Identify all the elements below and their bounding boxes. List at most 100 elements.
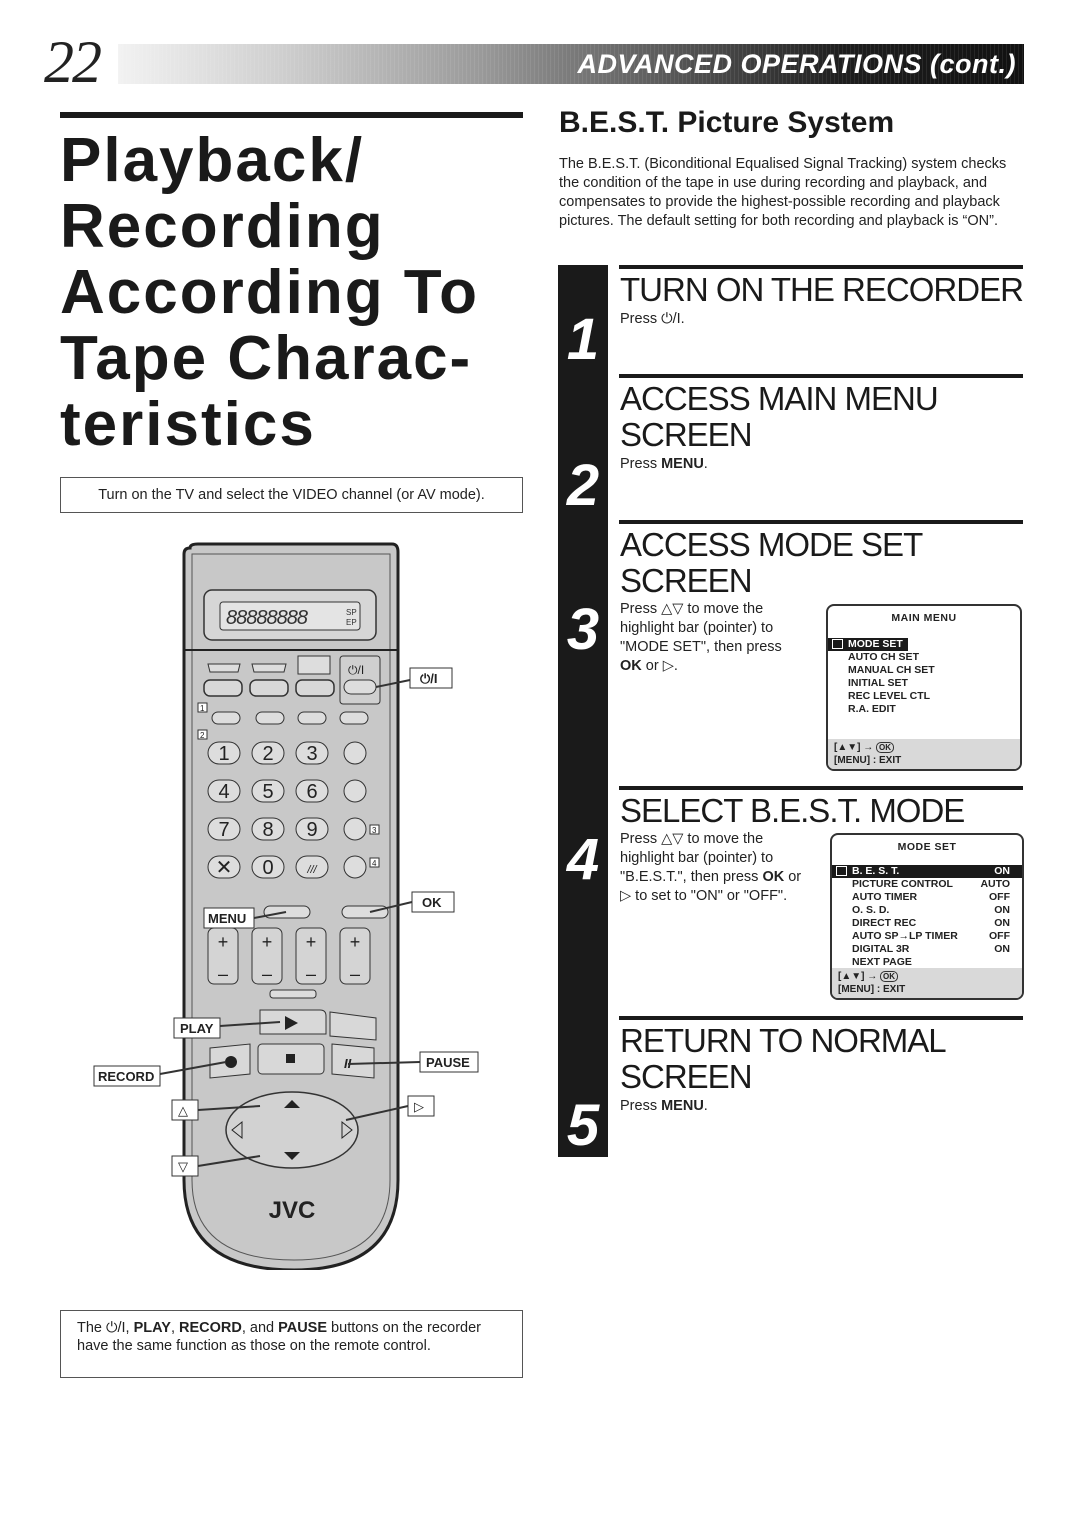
step-divider bbox=[619, 786, 1023, 790]
svg-text:2: 2 bbox=[262, 743, 273, 765]
step-number: 3 bbox=[566, 597, 600, 662]
svg-text:6: 6 bbox=[306, 781, 317, 803]
title-line: According To bbox=[60, 258, 479, 327]
osd-title: MAIN MENU bbox=[891, 612, 957, 624]
step-number: 5 bbox=[566, 1093, 600, 1158]
svg-text:+: + bbox=[262, 932, 273, 952]
title-line: Tape Charac- bbox=[60, 324, 473, 393]
svg-text:///: /// bbox=[306, 864, 317, 876]
svg-text:✕: ✕ bbox=[216, 857, 233, 879]
svg-text:1: 1 bbox=[218, 743, 229, 765]
svg-text:–: – bbox=[262, 964, 272, 984]
title-line: Playback/ bbox=[60, 126, 365, 195]
step-instruction: Press △▽ to move the highlight bar (poin… bbox=[620, 601, 782, 674]
osd-item: DIRECT REC ON bbox=[852, 917, 1010, 929]
osd-item: DIGITAL 3R ON bbox=[852, 943, 1010, 955]
svg-text:–: – bbox=[306, 964, 316, 984]
mode-set-screen: MODE SET B. E. S. T. ON PICTURE CONTROL AU… bbox=[830, 833, 1024, 1000]
callout-power: ⏻/I bbox=[420, 671, 438, 686]
main-menu-screen: MAIN MENU MODE SET AUTO CH SET MANUAL CH… bbox=[826, 604, 1022, 771]
best-section-title: B.E.S.T. Picture System bbox=[559, 106, 895, 139]
osd-item: AUTO TIMER OFF bbox=[852, 891, 1010, 903]
callout-up: △ bbox=[178, 1103, 188, 1118]
callout-down: ▽ bbox=[178, 1159, 188, 1174]
svg-text:1: 1 bbox=[200, 704, 205, 713]
callout-ok: OK bbox=[422, 895, 442, 910]
step-instruction: Press ⏻/I. bbox=[620, 311, 685, 327]
svg-text:+: + bbox=[218, 932, 229, 952]
osd-item-selected: MODE SET bbox=[828, 638, 908, 651]
pointer-icon bbox=[832, 639, 843, 649]
step-divider bbox=[619, 1016, 1023, 1020]
osd-item: AUTO SP→LP TIMER OFF bbox=[852, 930, 1010, 942]
step-divider bbox=[619, 520, 1023, 524]
step-instruction: Press MENU. bbox=[620, 456, 708, 472]
step-instruction: Press MENU. bbox=[620, 1098, 708, 1114]
header-band: ADVANCED OPERATIONS (cont.) bbox=[118, 44, 1024, 84]
callout-play: PLAY bbox=[180, 1021, 214, 1036]
svg-text:7: 7 bbox=[218, 819, 229, 841]
menu-button bbox=[263, 905, 311, 919]
svg-text:3: 3 bbox=[306, 743, 317, 765]
best-description: The B.E.S.T. (Biconditional Equalised Si… bbox=[559, 156, 1007, 229]
pause-button bbox=[331, 1043, 375, 1079]
osd-item: O. S. D. ON bbox=[852, 904, 1010, 916]
osd-title: MODE SET bbox=[897, 841, 957, 853]
ok-icon: OK bbox=[876, 741, 895, 753]
ok-icon: OK bbox=[880, 970, 899, 982]
step-heading: ACCESS MODE SET SCREEN bbox=[620, 526, 923, 599]
tv-note-box: Turn on the TV and select the VIDEO chan… bbox=[60, 477, 523, 513]
lcd-sp-indicator: SP bbox=[346, 608, 357, 617]
callout-pause: PAUSE bbox=[426, 1055, 470, 1070]
step-number: 2 bbox=[566, 453, 600, 518]
osd-item: AUTO CH SET bbox=[848, 651, 919, 663]
pointer-icon bbox=[836, 866, 847, 876]
svg-text:4: 4 bbox=[372, 859, 377, 868]
svg-text:0: 0 bbox=[262, 857, 273, 879]
step-heading: SELECT B.E.S.T. MODE bbox=[620, 792, 965, 829]
osd-item: R.A. EDIT bbox=[848, 703, 896, 715]
osd-footer: [▲▼] → OK [MENU] : EXIT bbox=[828, 739, 1020, 769]
page-title: Playback/ Recording According To Tape Ch… bbox=[60, 128, 530, 458]
callout-menu: MENU bbox=[208, 911, 246, 926]
title-line: teristics bbox=[60, 390, 316, 459]
title-rule bbox=[60, 112, 523, 118]
svg-text:9: 9 bbox=[306, 819, 317, 841]
section-title: ADVANCED OPERATIONS (cont.) bbox=[577, 49, 1016, 79]
svg-text:+: + bbox=[306, 932, 317, 952]
svg-text:⏻/I: ⏻/I bbox=[348, 663, 364, 677]
osd-footer: [▲▼] → OK [MENU] : EXIT bbox=[832, 968, 1022, 998]
svg-text:3: 3 bbox=[372, 826, 377, 835]
svg-text:–: – bbox=[350, 964, 360, 984]
brand-logo: JVC bbox=[269, 1197, 316, 1224]
svg-text:5: 5 bbox=[262, 781, 273, 803]
callout-record: RECORD bbox=[98, 1069, 154, 1084]
svg-text:4: 4 bbox=[218, 781, 229, 803]
step-heading: RETURN TO NORMAL SCREEN bbox=[620, 1022, 945, 1095]
osd-item: MANUAL CH SET bbox=[848, 664, 935, 676]
page-number: 22 bbox=[44, 29, 102, 95]
step-heading: ACCESS MAIN MENU SCREEN bbox=[620, 380, 939, 453]
osd-item-selected: B. E. S. T. ON bbox=[832, 865, 1022, 878]
power-button bbox=[343, 679, 377, 695]
svg-text:+: + bbox=[350, 932, 361, 952]
power-symbol: ⏻/I bbox=[106, 1320, 126, 1336]
step-heading: TURN ON THE RECORDER bbox=[620, 271, 1024, 308]
callout-right: ▷ bbox=[414, 1099, 424, 1114]
svg-text:2: 2 bbox=[200, 731, 205, 740]
osd-item: PICTURE CONTROL AUTO bbox=[852, 878, 1010, 890]
osd-item: REC LEVEL CTL bbox=[848, 690, 931, 702]
step-divider bbox=[619, 374, 1023, 378]
ok-button bbox=[341, 905, 389, 919]
step-divider bbox=[619, 265, 1023, 269]
steps-bar bbox=[558, 265, 608, 1157]
title-line: Recording bbox=[60, 192, 385, 261]
step-number: 1 bbox=[566, 307, 600, 372]
lcd-ep-indicator: EP bbox=[346, 618, 357, 627]
svg-text:–: – bbox=[218, 964, 228, 984]
recorder-buttons-note: The ⏻/I, PLAY, RECORD, and PAUSE buttons… bbox=[60, 1310, 523, 1378]
osd-item: INITIAL SET bbox=[848, 677, 908, 689]
step-instruction: Press △▽ to move the highlight bar (poin… bbox=[620, 831, 802, 904]
svg-text:8: 8 bbox=[262, 819, 273, 841]
remote-control-illustration: 88888888 SP EP ⏻/I 1 2 1 2 3 4 5 6 7 8 9… bbox=[80, 540, 500, 1272]
